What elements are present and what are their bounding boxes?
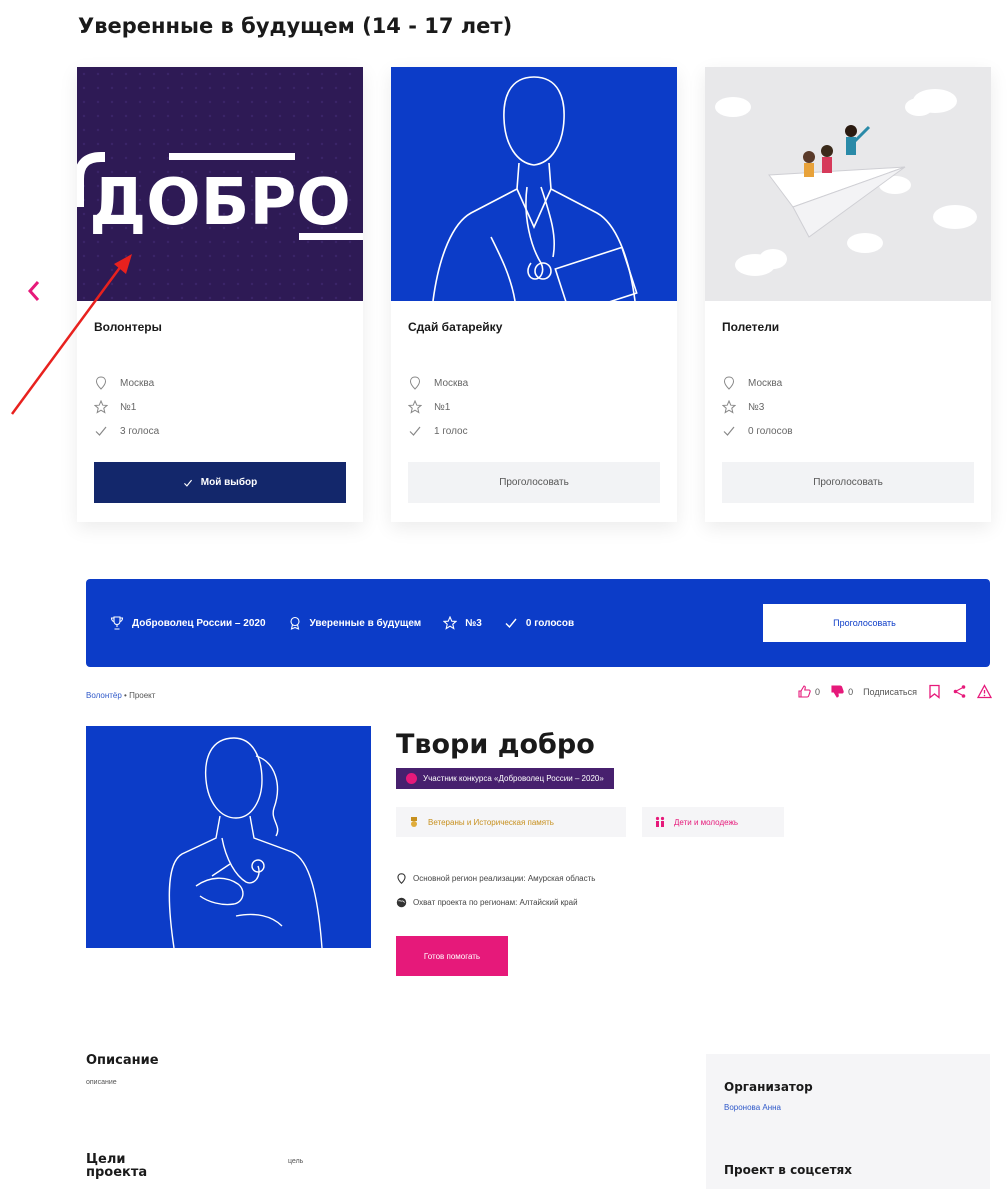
check-icon (183, 479, 192, 487)
card-city: Москва (434, 377, 469, 389)
tag-kids[interactable]: Дети и молодежь (642, 807, 784, 837)
map-pin-icon (397, 873, 406, 884)
breadcrumb: Волонтёр • Проект (86, 691, 155, 700)
share-icon[interactable] (952, 684, 967, 699)
map-pin-icon (409, 376, 421, 390)
card-votes: 1 голос (434, 425, 468, 437)
nurse-line-art (168, 737, 323, 948)
thumbs-down-icon (831, 685, 844, 698)
card-number: №3 (748, 401, 765, 413)
contest-banner: Доброволец России – 2020 Уверенные в буд… (86, 579, 990, 667)
tag-kids-label: Дети и молодежь (674, 817, 738, 827)
contest-badge: Участник конкурса «Доброволец России – 2… (396, 768, 614, 789)
card-title: Полетели (722, 320, 780, 334)
banner-vote-button[interactable]: Проголосовать (763, 604, 966, 642)
description-title: Описание (86, 1053, 159, 1068)
project-title: Твори добро (396, 729, 595, 760)
goals-title: Цели проекта (86, 1152, 148, 1180)
description-text: описание (86, 1079, 117, 1086)
subscribe-link[interactable]: Подписаться (863, 687, 917, 697)
like-button[interactable]: 0 (797, 684, 820, 699)
card-image-doctor (391, 67, 677, 301)
card-votes: 0 голосов (748, 425, 793, 437)
thumbs-up-icon (798, 685, 811, 698)
check-icon (723, 426, 735, 436)
check-icon (95, 426, 107, 436)
carousel: ДОБРО Волонтеры Москва №1 3 голоса Мой в… (77, 67, 991, 522)
coverage-region: Охват проекта по регионам: Алтайский кра… (396, 897, 578, 908)
card-votes: 3 голоса (120, 425, 160, 437)
tag-veterans[interactable]: Ветераны и Историческая память (396, 807, 626, 837)
vote-button[interactable]: Проголосовать (722, 462, 974, 503)
coverage-region-label: Охват проекта по регионам: Алтайский кра… (413, 898, 578, 907)
star-icon (722, 400, 736, 414)
organizer-sidebar: Организатор Воронова Анна Проект в соцсе… (706, 1054, 990, 1189)
bookmark-icon[interactable] (927, 684, 942, 699)
banner-nomination-label: Уверенные в будущем (309, 617, 422, 629)
breadcrumb-current: Проект (129, 691, 156, 700)
dislike-button[interactable]: 0 (830, 684, 853, 699)
svg-text:ДОБРО: ДОБРО (89, 166, 351, 240)
project-actions: 0 0 Подписаться (797, 684, 992, 699)
banner-contest-label: Доброволец России – 2020 (132, 617, 266, 629)
my-choice-label: Мой выбор (200, 477, 258, 488)
main-region-label: Основной регион реализации: Амурская обл… (413, 874, 596, 883)
banner-votes: 0 голосов (504, 616, 574, 630)
kids-icon (655, 816, 665, 827)
check-icon (409, 426, 421, 436)
contest-badge-label: Участник конкурса «Доброволец России – 2… (423, 774, 604, 783)
doctor-line-art (432, 76, 638, 301)
banner-number-label: №3 (465, 617, 482, 629)
warning-icon[interactable] (977, 684, 992, 699)
banner-nomination: Уверенные в будущем (288, 616, 422, 630)
card-meta: Москва №3 0 голосов (722, 371, 793, 443)
banner-contest: Доброволец России – 2020 (110, 616, 266, 630)
project-card[interactable]: Полетели Москва №3 0 голосов Проголосова… (705, 67, 991, 522)
medal-icon (411, 817, 417, 827)
project-image (86, 726, 371, 948)
banner-votes-label: 0 голосов (525, 617, 575, 629)
banner-number: №3 (443, 616, 482, 630)
card-meta: Москва №1 1 голос (408, 371, 468, 443)
check-icon (505, 618, 517, 629)
card-number: №1 (434, 401, 451, 413)
star-icon (408, 400, 422, 414)
trophy-icon (110, 616, 124, 630)
badge-dot-icon (406, 773, 417, 784)
organizer-title: Организатор (724, 1080, 813, 1094)
annotation-arrow (10, 254, 132, 415)
award-icon (289, 616, 300, 630)
breadcrumb-root-link[interactable]: Волонтёр (86, 691, 122, 700)
main-region: Основной регион реализации: Амурская обл… (396, 873, 595, 884)
organizer-name-link[interactable]: Воронова Анна (724, 1103, 781, 1112)
map-pin-icon (723, 376, 735, 390)
project-card[interactable]: Сдай батарейку Москва №1 1 голос Проголо… (391, 67, 677, 522)
section-title: Уверенные в будущем (14 - 17 лет) (78, 14, 513, 38)
vote-button[interactable]: Проголосовать (408, 462, 660, 503)
like-count: 0 (815, 686, 821, 697)
card-title: Сдай батарейку (408, 320, 503, 334)
card-city: Москва (748, 377, 783, 389)
breadcrumb-separator: • (124, 691, 127, 700)
star-icon (443, 616, 458, 630)
ready-to-help-button[interactable]: Готов помогать (396, 936, 508, 976)
tag-veterans-label: Ветераны и Историческая память (428, 817, 554, 827)
globe-icon (396, 897, 407, 908)
my-choice-button[interactable]: Мой выбор (94, 462, 346, 503)
card-image-paper-plane (705, 67, 991, 301)
goals-text: цель (288, 1158, 304, 1165)
kids-on-paper-plane (715, 89, 977, 276)
dislike-count: 0 (848, 686, 854, 697)
social-title: Проект в соцсетях (724, 1163, 852, 1177)
